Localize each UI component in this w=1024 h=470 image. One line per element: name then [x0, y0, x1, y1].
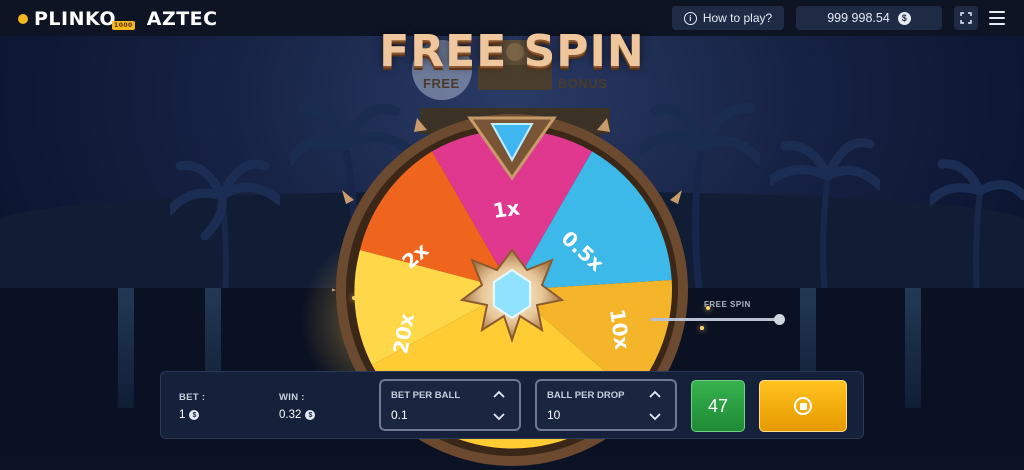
- game-logo: PLINKO 1000 AZTEC: [18, 8, 218, 30]
- ball-per-drop-field[interactable]: BALL PER DROP 10: [535, 379, 677, 431]
- fullscreen-icon: [960, 12, 972, 24]
- logo-text: PLINKO: [34, 8, 117, 30]
- free-spin-progress-knob: [774, 314, 785, 325]
- game-title: FREE SPIN: [379, 26, 645, 77]
- bet-label: BET :: [179, 392, 206, 403]
- bet-per-ball-value: 0.1: [391, 408, 408, 422]
- free-spin-progress-fill: [650, 318, 780, 321]
- hub-gem-icon: [493, 268, 531, 320]
- totem-left-label: FREE: [423, 76, 460, 91]
- currency-icon: $: [897, 11, 911, 25]
- waterfall: [118, 288, 134, 408]
- control-panel: BET : 1 $ WIN : 0.32 $ BET PER BALL 0.1 …: [160, 371, 864, 439]
- menu-icon-line: [989, 23, 1005, 25]
- balance-display: 999 998.54 $: [796, 6, 942, 30]
- menu-button[interactable]: [988, 9, 1006, 27]
- palm-tree: [930, 159, 1024, 296]
- stop-button[interactable]: [759, 380, 847, 432]
- win-value-display: 0.32 $: [279, 409, 316, 421]
- chevron-down-icon[interactable]: [647, 411, 663, 423]
- currency-icon: $: [305, 410, 316, 420]
- wheel-pointer: [467, 116, 557, 181]
- wheel-label-1x: 1x: [491, 195, 521, 223]
- how-to-play-label: How to play?: [702, 11, 773, 25]
- free-spin-progress: [650, 314, 785, 325]
- menu-icon-line: [989, 17, 1005, 19]
- chevron-up-icon[interactable]: [491, 388, 507, 400]
- currency-icon: $: [189, 410, 200, 420]
- chevron-up-icon[interactable]: [647, 388, 663, 400]
- menu-icon: [989, 11, 1005, 13]
- bet-value-display: 1 $: [179, 409, 200, 421]
- fullscreen-button[interactable]: [954, 6, 978, 30]
- win-value: 0.32: [279, 409, 302, 421]
- bet-value: 1: [179, 409, 186, 421]
- win-label: WIN :: [279, 392, 305, 403]
- balance-value: 999 998.54: [827, 11, 890, 25]
- stop-icon: [794, 397, 812, 415]
- bet-per-ball-field[interactable]: BET PER BALL 0.1: [379, 379, 521, 431]
- logo-text-2: AZTEC: [146, 8, 218, 30]
- palm-tree: [770, 138, 880, 296]
- logo-badge: 1000: [112, 20, 135, 30]
- ball-per-drop-value: 10: [547, 408, 561, 422]
- free-spin-label: FREE SPIN: [704, 300, 751, 309]
- palm-tree: [170, 159, 280, 306]
- totem-right-label: BONUS: [558, 76, 608, 91]
- waterfall: [905, 288, 921, 408]
- ball-count-button[interactable]: 47: [691, 380, 745, 432]
- how-to-play-button[interactable]: i How to play?: [672, 6, 784, 30]
- bet-per-ball-label: BET PER BALL: [391, 390, 461, 401]
- sparkle: [700, 326, 704, 330]
- logo-coin-icon: [18, 14, 28, 24]
- ball-per-drop-label: BALL PER DROP: [547, 390, 625, 401]
- chevron-down-icon[interactable]: [491, 411, 507, 423]
- sparkle: [352, 296, 356, 300]
- info-icon: i: [683, 11, 697, 25]
